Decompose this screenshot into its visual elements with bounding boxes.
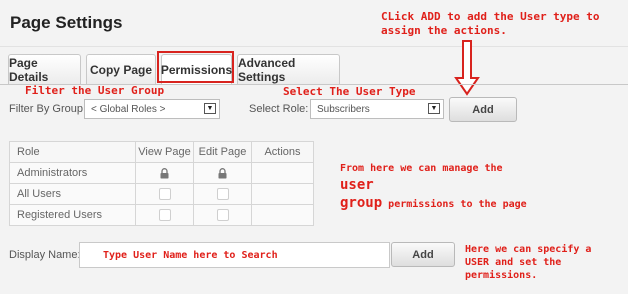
select-role-value: Subscribers (317, 103, 370, 115)
table-row: All Users (9, 183, 314, 205)
permissions-table: Role View Page Edit Page Actions Adminis… (9, 141, 314, 226)
role-hint-annotation: Select The User Type (283, 85, 416, 98)
filter-group-select[interactable]: < Global Roles > ▼ (84, 99, 220, 119)
display-name-label: Display Name: (9, 249, 81, 261)
table-row: Administrators (9, 162, 314, 184)
view-page-checkbox[interactable] (158, 188, 171, 201)
manage-hint-user: user (340, 177, 374, 193)
view-page-checkbox[interactable] (158, 209, 171, 222)
permissions-highlight-box (157, 51, 234, 83)
lock-icon (218, 167, 227, 179)
filter-group-value: < Global Roles > (91, 103, 166, 115)
column-header-actions: Actions (251, 141, 314, 163)
chevron-down-icon[interactable]: ▼ (204, 103, 216, 114)
filter-group-label: Filter By Group: (9, 103, 87, 115)
manage-hint-suffix: permissions to the page (382, 199, 527, 210)
column-header-view-page: View Page (135, 141, 194, 163)
tab-copy-page[interactable]: Copy Page (86, 54, 156, 84)
column-header-role: Role (9, 141, 136, 163)
page-title: Page Settings (10, 13, 123, 32)
table-header-row: Role View Page Edit Page Actions (9, 141, 314, 163)
search-hint-annotation: Type User Name here to Search (103, 250, 278, 261)
title-divider (0, 46, 628, 47)
select-role-select[interactable]: Subscribers ▼ (310, 99, 444, 119)
role-name: All Users (9, 183, 136, 205)
actions-cell (251, 183, 314, 205)
actions-cell (251, 204, 314, 226)
actions-cell (251, 162, 314, 184)
manage-hint-annotation: From here we can manage the user group p… (340, 161, 540, 213)
tab-page-details[interactable]: Page Details (8, 54, 81, 84)
add-role-button[interactable]: Add (449, 97, 517, 122)
specify-hint-annotation: Here we can specify a USER and set the p… (465, 244, 592, 281)
tab-advanced-settings[interactable]: Advanced Settings (237, 54, 340, 84)
select-role-label: Select Role: (249, 103, 309, 115)
role-name: Administrators (9, 162, 136, 184)
add-hint-annotation: CLick ADD to add the User type to assign… (381, 10, 600, 37)
chevron-down-icon[interactable]: ▼ (428, 103, 440, 114)
edit-page-checkbox[interactable] (216, 188, 229, 201)
add-user-button[interactable]: Add (391, 242, 455, 267)
column-header-edit-page: Edit Page (193, 141, 252, 163)
down-arrow-annotation (454, 40, 480, 96)
table-row: Registered Users (9, 204, 314, 226)
manage-hint-prefix: From here we can manage the (340, 163, 503, 174)
filter-hint-annotation: Filter the User Group (25, 84, 165, 97)
lock-icon (160, 167, 169, 179)
edit-page-checkbox[interactable] (216, 209, 229, 222)
role-name: Registered Users (9, 204, 136, 226)
manage-hint-group: group (340, 195, 383, 211)
